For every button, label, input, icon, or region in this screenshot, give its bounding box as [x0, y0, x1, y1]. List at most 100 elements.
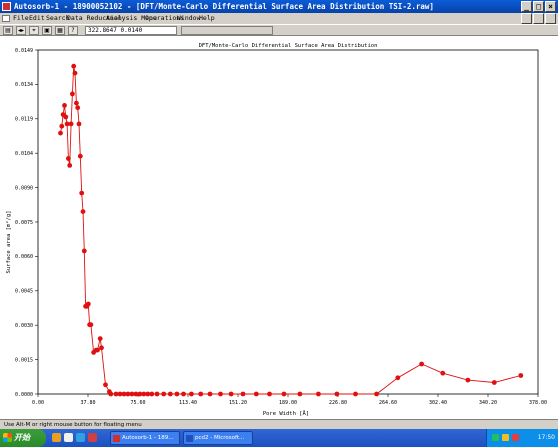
data-point[interactable] [174, 391, 180, 397]
data-point[interactable] [228, 391, 234, 397]
data-point[interactable] [334, 391, 340, 397]
data-point[interactable] [465, 377, 471, 383]
autosorb-task-icon [113, 435, 120, 442]
data-point[interactable] [207, 391, 213, 397]
menu-search[interactable]: Search [46, 13, 69, 24]
data-point[interactable] [253, 391, 259, 397]
data-point[interactable] [395, 375, 401, 381]
data-point[interactable] [189, 391, 194, 397]
data-point[interactable] [72, 70, 78, 76]
data-point[interactable] [108, 391, 114, 397]
security-icon[interactable] [512, 434, 519, 441]
maximize-button[interactable]: □ [533, 1, 544, 12]
menu-edit[interactable]: Edit [29, 13, 45, 24]
x-tick-label: 113.40 [179, 400, 197, 406]
y-tick-label: 0.0090 [15, 185, 33, 191]
crosshair-icon[interactable]: ⌖ [29, 26, 39, 35]
data-point[interactable] [518, 373, 524, 378]
copy-icon[interactable]: ▣ [42, 26, 52, 35]
data-point[interactable] [297, 391, 303, 397]
data-point[interactable] [71, 63, 77, 69]
x-tick-label: 302.40 [429, 400, 447, 406]
data-point[interactable] [240, 391, 246, 397]
data-point[interactable] [75, 105, 81, 111]
export-icon[interactable]: ▦ [55, 26, 65, 35]
x-axis-label: Pore Width [Å] [263, 410, 309, 417]
taskbar-task-word[interactable]: pcd2 - Microsoft... [183, 431, 253, 445]
data-point[interactable] [97, 336, 103, 341]
mdi-close-button[interactable] [545, 13, 556, 24]
start-button[interactable]: 开始 [0, 429, 46, 447]
data-point[interactable] [79, 190, 85, 196]
volume-icon[interactable] [502, 434, 509, 441]
data-point[interactable] [67, 163, 73, 168]
data-point[interactable] [267, 391, 272, 397]
window-titlebar[interactable]: Autosorb-1 - 18900052102 - [DFT/Monte-Ca… [0, 0, 558, 13]
data-point[interactable] [77, 153, 83, 159]
data-point[interactable] [88, 322, 94, 328]
data-point[interactable] [440, 370, 446, 376]
x-tick-label: 151.20 [229, 400, 247, 406]
data-point[interactable] [81, 248, 87, 254]
data-point[interactable] [62, 103, 67, 108]
data-point[interactable] [353, 391, 358, 397]
toolbar: ▤ ◂▸ ⌖ ▣ ▦ ? 322.8647 0.0140 [0, 24, 558, 36]
data-point[interactable] [58, 130, 63, 136]
data-point[interactable] [218, 391, 223, 397]
mdi-restore-button[interactable] [533, 13, 544, 24]
data-point[interactable] [161, 391, 167, 397]
y-tick-label: 0.0030 [15, 323, 33, 329]
word-task-icon [186, 435, 193, 442]
y-tick-label: 0.0149 [15, 48, 33, 54]
data-point[interactable] [99, 345, 104, 351]
data-point[interactable] [95, 347, 100, 353]
data-point[interactable] [374, 391, 379, 397]
print-icon[interactable]: ▤ [3, 26, 13, 35]
network-icon[interactable] [492, 434, 499, 441]
data-point[interactable] [198, 391, 204, 397]
app-icon[interactable] [2, 2, 11, 11]
x-tick-label: 75.60 [130, 400, 145, 406]
y-tick-label: 0.0104 [15, 151, 33, 157]
menu-file[interactable]: File [13, 13, 29, 24]
data-point[interactable] [85, 301, 91, 307]
data-point[interactable] [103, 382, 108, 388]
document-icon[interactable] [2, 15, 10, 22]
status-bar: Use Alt-M or right mouse button for floa… [0, 419, 558, 429]
menu-help[interactable]: Help [199, 13, 215, 24]
data-point[interactable] [316, 391, 321, 397]
y-tick-label: 0.0060 [15, 254, 33, 260]
menu-window[interactable]: Window [177, 13, 200, 24]
chart-area[interactable]: DFT/Monte-Carlo Differential Surface Are… [0, 36, 558, 419]
data-point[interactable] [181, 391, 186, 397]
data-point[interactable] [59, 123, 65, 129]
app-quicklaunch-icon[interactable] [88, 433, 97, 442]
minimize-button[interactable]: _ [521, 1, 532, 12]
mdi-minimize-button[interactable] [521, 13, 532, 24]
chart-title: DFT/Monte-Carlo Differential Surface Are… [199, 43, 378, 49]
windows-logo-icon [3, 433, 12, 442]
media-icon[interactable] [76, 433, 85, 442]
desktop-icon[interactable] [64, 433, 73, 442]
close-button[interactable]: × [545, 1, 556, 12]
scroll-icon[interactable]: ◂▸ [16, 26, 26, 35]
data-point[interactable] [76, 121, 82, 127]
data-point[interactable] [66, 156, 71, 161]
data-point[interactable] [70, 91, 75, 97]
x-tick-label: 0.00 [32, 400, 44, 406]
data-point[interactable] [167, 391, 173, 397]
data-point[interactable] [281, 391, 287, 397]
data-point[interactable] [80, 209, 86, 215]
data-point[interactable] [149, 391, 155, 397]
data-point[interactable] [68, 121, 74, 127]
ie-icon[interactable] [52, 433, 61, 442]
data-point[interactable] [154, 391, 160, 397]
data-point[interactable] [74, 100, 79, 106]
data-point[interactable] [419, 361, 424, 367]
data-point[interactable] [63, 114, 69, 120]
taskbar-task-autosorb[interactable]: Autosorb-1 - 189... [110, 431, 180, 445]
help-icon[interactable]: ? [68, 26, 78, 35]
y-tick-label: 0.0015 [15, 357, 33, 363]
data-point[interactable] [491, 380, 497, 385]
coordinate-readout: 322.8647 0.0140 [85, 26, 177, 35]
